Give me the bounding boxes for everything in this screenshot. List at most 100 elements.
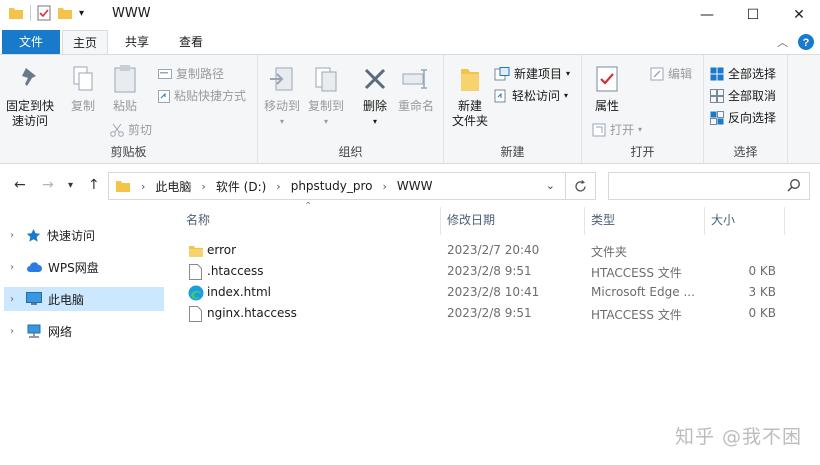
copy-to-button[interactable]: 复制到 ▾: [308, 63, 344, 129]
new-item-button[interactable]: 新建项目 ▾: [494, 65, 570, 82]
select-all-label: 全部选择: [728, 67, 777, 81]
pin-quick-access-button[interactable]: 固定到快 速访问: [6, 63, 54, 129]
new-folder-icon[interactable]: [57, 6, 73, 20]
new-group-label: 新建: [500, 145, 525, 159]
refresh-icon: [575, 179, 586, 192]
expand-chevron-icon[interactable]: ›: [10, 230, 20, 241]
edit-button[interactable]: 编辑: [650, 65, 692, 82]
sidebar-item-label: 网络: [48, 324, 73, 339]
qat-dropdown-icon[interactable]: ▾: [79, 8, 84, 19]
select-all-button[interactable]: 全部选择: [710, 65, 776, 82]
breadcrumb-drive[interactable]: 软件 (D:): [216, 178, 266, 195]
forward-arrow-icon[interactable]: →: [42, 177, 54, 193]
delete-button[interactable]: 删除 ▾: [360, 63, 390, 129]
group-select: 全部选择 全部取消 反向选择 选择: [704, 55, 788, 163]
copy-button[interactable]: 复制: [68, 63, 98, 114]
table-row[interactable]: .htaccess 2023/2/8 9:51 HTACCESS 文件 0 KB: [176, 261, 776, 282]
paste-shortcut-icon: [158, 89, 170, 103]
column-divider[interactable]: [704, 207, 705, 235]
breadcrumb-this-pc[interactable]: 此电脑: [155, 178, 191, 195]
address-dropdown-icon[interactable]: ⌄: [546, 179, 555, 192]
group-new: 新建 文件夹 新建项目 ▾ 轻松访问 ▾ 新建: [444, 55, 582, 163]
easy-access-icon: [494, 89, 506, 102]
sidebar-item-network[interactable]: › 网络: [4, 319, 164, 343]
pin-label-1: 固定到快: [6, 99, 55, 113]
up-arrow-icon[interactable]: ↑: [88, 177, 100, 193]
select-none-button[interactable]: 全部取消: [710, 87, 776, 104]
pin-label-2: 速访问: [12, 114, 49, 128]
rename-label: 重命名: [398, 99, 435, 113]
table-row[interactable]: nginx.htaccess 2023/2/8 9:51 HTACCESS 文件…: [176, 303, 776, 324]
clipboard-group-label: 剪贴板: [110, 145, 147, 159]
open-dropdown-icon: ▾: [638, 125, 643, 134]
group-open: 属性 打开 ▾ 编辑 打开: [582, 55, 704, 163]
sidebar-item-quick-access[interactable]: › 快速访问: [4, 223, 164, 247]
paste-button[interactable]: 粘贴: [110, 63, 140, 114]
address-bar[interactable]: › 此电脑 › 软件 (D:) › phpstudy_pro › WWW ⌄: [108, 172, 596, 200]
move-to-icon: [270, 67, 293, 91]
delete-label: 删除: [362, 99, 387, 113]
tab-share[interactable]: 共享: [114, 30, 160, 54]
search-input[interactable]: [608, 172, 810, 200]
open-button[interactable]: 打开 ▾: [592, 121, 642, 138]
minimize-button[interactable]: —: [684, 0, 730, 30]
column-divider[interactable]: [784, 207, 785, 235]
new-folder-button[interactable]: 新建 文件夹: [452, 63, 488, 129]
properties-button[interactable]: 属性: [592, 63, 622, 114]
breadcrumb-www[interactable]: WWW: [397, 179, 433, 193]
paste-shortcut-label: 粘贴快捷方式: [174, 89, 247, 103]
breadcrumb-chevron-icon[interactable]: ›: [382, 180, 386, 193]
select-group-label: 选择: [733, 145, 758, 159]
tab-home[interactable]: 主页: [62, 30, 108, 55]
recent-locations-icon[interactable]: ▾: [68, 180, 73, 191]
breadcrumb-chevron-icon[interactable]: ›: [201, 180, 205, 193]
rename-button[interactable]: 重命名: [398, 63, 434, 114]
move-to-button[interactable]: 移动到 ▾: [264, 63, 300, 129]
maximize-button[interactable]: ☐: [730, 0, 776, 30]
sidebar-item-this-pc[interactable]: › 此电脑: [4, 287, 164, 311]
edit-label: 编辑: [668, 67, 693, 81]
breadcrumb-chevron-icon[interactable]: ›: [276, 180, 280, 193]
cut-button[interactable]: 剪切: [110, 121, 152, 138]
edge-icon: [188, 285, 204, 301]
column-header-size[interactable]: 大小: [711, 211, 735, 228]
help-icon[interactable]: ?: [798, 34, 814, 50]
easy-access-label: 轻松访问: [512, 89, 561, 103]
refresh-button[interactable]: [565, 173, 595, 199]
new-item-dropdown-icon: ▾: [566, 69, 571, 78]
sidebar-item-wps-cloud[interactable]: › WPS网盘: [4, 255, 164, 279]
paste-shortcut-button[interactable]: 粘贴快捷方式: [158, 87, 246, 104]
organize-group-label: 组织: [338, 145, 363, 159]
invert-selection-button[interactable]: 反向选择: [710, 109, 776, 126]
folder-icon: [116, 181, 130, 192]
expand-chevron-icon[interactable]: ›: [10, 326, 20, 337]
column-header-type[interactable]: 类型: [591, 211, 615, 228]
collapse-ribbon-icon[interactable]: ︿: [777, 34, 788, 50]
back-arrow-icon[interactable]: ←: [14, 177, 26, 193]
properties-icon[interactable]: [37, 5, 51, 21]
expand-chevron-icon[interactable]: ›: [10, 262, 20, 273]
column-header-name[interactable]: 名称: [186, 211, 210, 228]
tab-view[interactable]: 查看: [168, 30, 214, 54]
copy-path-button[interactable]: 复制路径: [158, 65, 224, 82]
breadcrumb-phpstudy[interactable]: phpstudy_pro: [291, 179, 373, 193]
sidebar-item-label: 此电脑: [48, 292, 85, 307]
file-type: HTACCESS 文件: [591, 308, 682, 322]
close-button[interactable]: ✕: [776, 0, 820, 30]
expand-chevron-icon[interactable]: ›: [10, 294, 20, 305]
navigation-pane: › 快速访问 › WPS网盘 › 此电脑 › 网络: [0, 208, 168, 465]
easy-access-button[interactable]: 轻松访问 ▾: [494, 87, 568, 104]
cloud-icon: [27, 262, 42, 272]
file-modified: 2023/2/7 20:40: [447, 243, 540, 257]
tab-file[interactable]: 文件: [2, 30, 60, 54]
column-header-modified[interactable]: 修改日期: [447, 211, 495, 228]
table-row[interactable]: error 2023/2/7 20:40 文件夹: [176, 240, 776, 261]
group-clipboard: 固定到快 速访问 复制 粘贴 复制路径 粘贴快捷方式 剪切 剪贴板: [0, 55, 258, 163]
column-divider[interactable]: [440, 207, 441, 235]
breadcrumb-chevron-icon[interactable]: ›: [141, 180, 145, 193]
table-row[interactable]: index.html 2023/2/8 10:41 Microsoft Edge…: [176, 282, 776, 303]
column-divider[interactable]: [584, 207, 585, 235]
file-modified: 2023/2/8 10:41: [447, 285, 540, 299]
group-organize: 移动到 ▾ 复制到 ▾ 删除 ▾ 重命名 组织: [258, 55, 444, 163]
scissors-icon: [110, 123, 124, 137]
